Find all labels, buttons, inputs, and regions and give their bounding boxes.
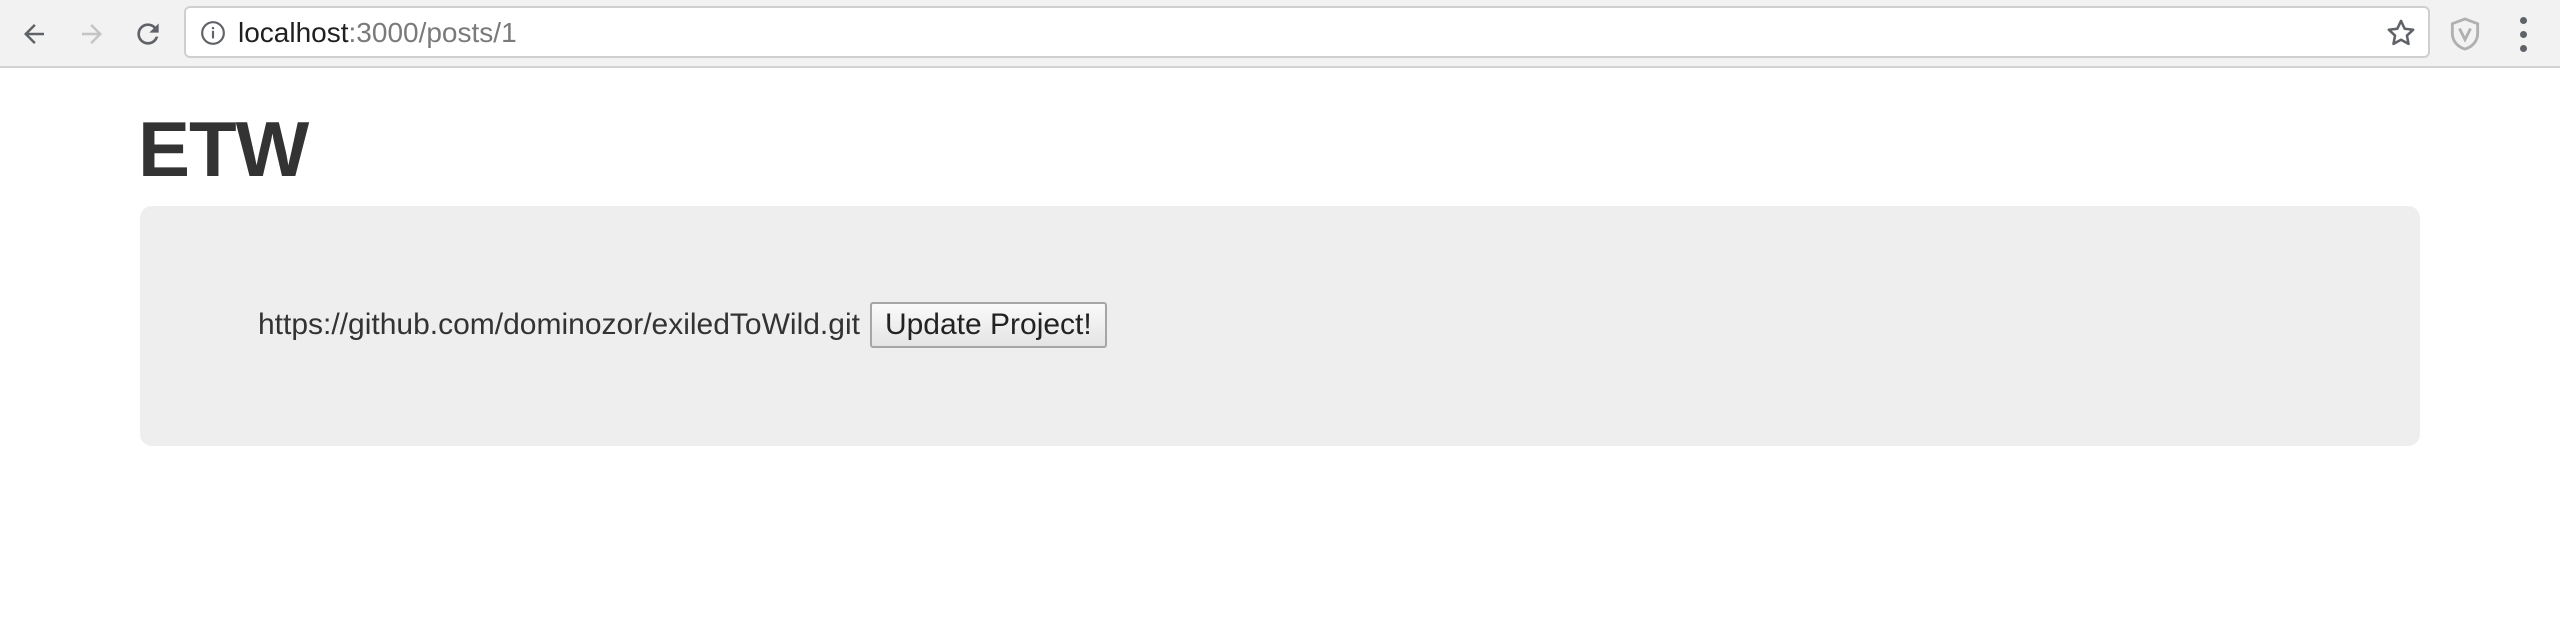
browser-toolbar: localhost:3000/posts/1 xyxy=(0,0,2560,68)
reload-button[interactable] xyxy=(122,8,174,60)
info-icon[interactable] xyxy=(200,20,226,46)
back-arrow-icon xyxy=(24,24,44,44)
menu-dot xyxy=(2519,16,2527,24)
back-button[interactable] xyxy=(8,8,60,60)
more-vert-icon[interactable] xyxy=(2508,14,2538,54)
update-project-button[interactable]: Update Project! xyxy=(869,302,1107,348)
menu-dot xyxy=(2519,30,2527,38)
forward-button[interactable] xyxy=(66,8,118,60)
forward-arrow-icon xyxy=(82,24,102,44)
shield-icon[interactable] xyxy=(2446,14,2484,54)
project-panel: https://github.com/dominozor/exiledToWil… xyxy=(140,206,2420,446)
page-title: ETW xyxy=(138,105,309,193)
url-path: :3000/posts/1 xyxy=(348,17,517,48)
address-url[interactable]: localhost:3000/posts/1 xyxy=(238,18,517,48)
star-icon[interactable] xyxy=(2384,16,2418,50)
project-row: https://github.com/dominozor/exiledToWil… xyxy=(258,302,1107,348)
reload-icon xyxy=(137,23,159,45)
address-bar[interactable]: localhost:3000/posts/1 xyxy=(184,6,2430,58)
url-host: localhost xyxy=(238,17,349,48)
project-url: https://github.com/dominozor/exiledToWil… xyxy=(258,308,860,341)
menu-dot xyxy=(2519,44,2527,52)
